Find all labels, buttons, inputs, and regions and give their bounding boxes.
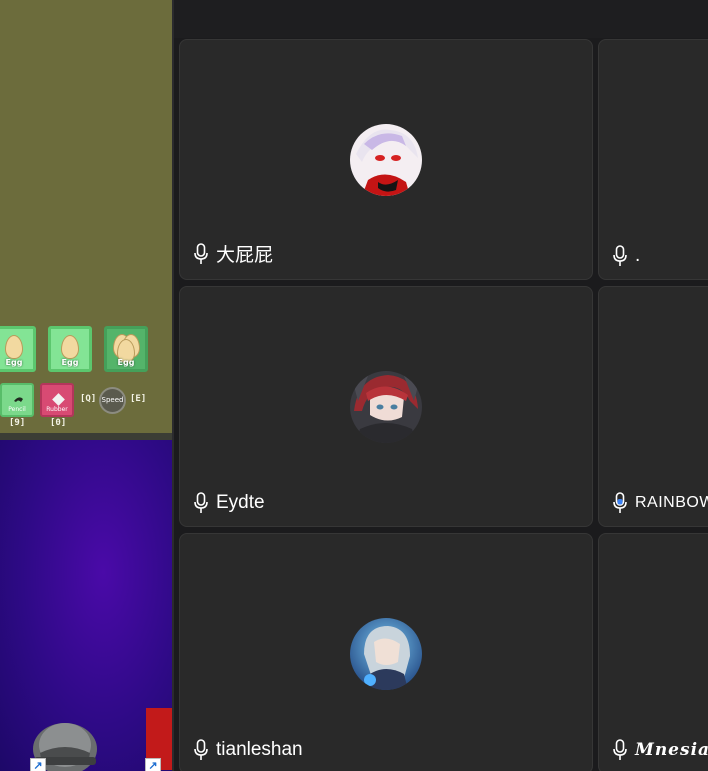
shortcut-arrow-icon: ↗ xyxy=(30,758,46,771)
tool-label: Rubber xyxy=(46,406,68,413)
microphone-icon xyxy=(613,245,627,266)
participant-avatar xyxy=(350,371,422,443)
key-hint: [0] xyxy=(50,418,67,428)
microphone-icon xyxy=(194,242,208,264)
participant-name-row: Eydte xyxy=(194,492,265,514)
participant-avatar xyxy=(350,618,422,690)
key-hint: [Q] xyxy=(80,394,97,404)
participant-name-row: tianleshan xyxy=(194,739,303,761)
slot-label: Egg xyxy=(61,358,79,367)
participant-tile[interactable]: Mnesia xyxy=(598,533,708,771)
participant-name-row: RAINBOW xyxy=(613,492,708,514)
participant-tile[interactable]: Eydte xyxy=(179,286,593,527)
participant-name-row: 大屁屁 xyxy=(194,240,273,267)
participant-tile[interactable]: 大屁屁 xyxy=(179,39,593,280)
participant-name: tianleshan xyxy=(216,739,303,760)
meeting-top-bar xyxy=(174,0,708,38)
desktop-background: ↗ ↗ xyxy=(0,440,172,771)
participant-name: Eydte xyxy=(216,492,265,513)
microphone-icon-speaking xyxy=(613,492,627,513)
tool-slot-rubber[interactable]: Rubber xyxy=(40,383,74,417)
anime-avatar-icon xyxy=(350,618,422,690)
microphone-icon xyxy=(194,492,208,513)
participant-name: Mnesia xyxy=(635,740,708,760)
shortcut-arrow-icon: ↗ xyxy=(145,758,161,771)
egg-icon xyxy=(5,335,23,359)
inventory-slot-egg-1[interactable]: Egg xyxy=(0,326,36,372)
egg-icon xyxy=(61,335,79,359)
inventory-slot-egg-3[interactable]: Egg xyxy=(104,326,148,372)
game-window[interactable]: Egg Egg Egg Pencil [9] Rubber [0] [Q] Sp… xyxy=(0,0,172,436)
speed-button[interactable]: Speed xyxy=(99,387,126,414)
meeting-panel: 大屁屁 . Eydte RAINBOW tianleshan Mnesia xyxy=(172,0,708,771)
key-hint: [9] xyxy=(9,418,26,428)
inventory-slot-egg-2[interactable]: Egg xyxy=(48,326,92,372)
screen: Egg Egg Egg Pencil [9] Rubber [0] [Q] Sp… xyxy=(0,0,708,771)
participant-name: 大屁屁 xyxy=(216,245,274,266)
participant-name: RAINBOW xyxy=(635,494,708,511)
microphone-icon xyxy=(194,739,208,760)
anime-avatar-icon xyxy=(350,371,422,443)
tool-slot-pencil[interactable]: Pencil xyxy=(0,383,34,417)
participant-name: . xyxy=(635,245,641,266)
participant-tile[interactable]: . xyxy=(598,39,708,280)
participant-name-row: . xyxy=(613,245,640,267)
anime-avatar-icon xyxy=(350,124,422,196)
tool-label: Pencil xyxy=(8,406,26,413)
participant-tile[interactable]: RAINBOW xyxy=(598,286,708,527)
slot-label: Egg xyxy=(5,358,23,367)
slot-label: Egg xyxy=(117,358,135,367)
participant-name-row: Mnesia xyxy=(613,739,708,761)
window-border xyxy=(0,433,172,440)
participant-avatar xyxy=(350,124,422,196)
microphone-icon xyxy=(613,739,627,760)
key-hint: [E] xyxy=(130,394,147,404)
participant-tile[interactable]: tianleshan xyxy=(179,533,593,771)
